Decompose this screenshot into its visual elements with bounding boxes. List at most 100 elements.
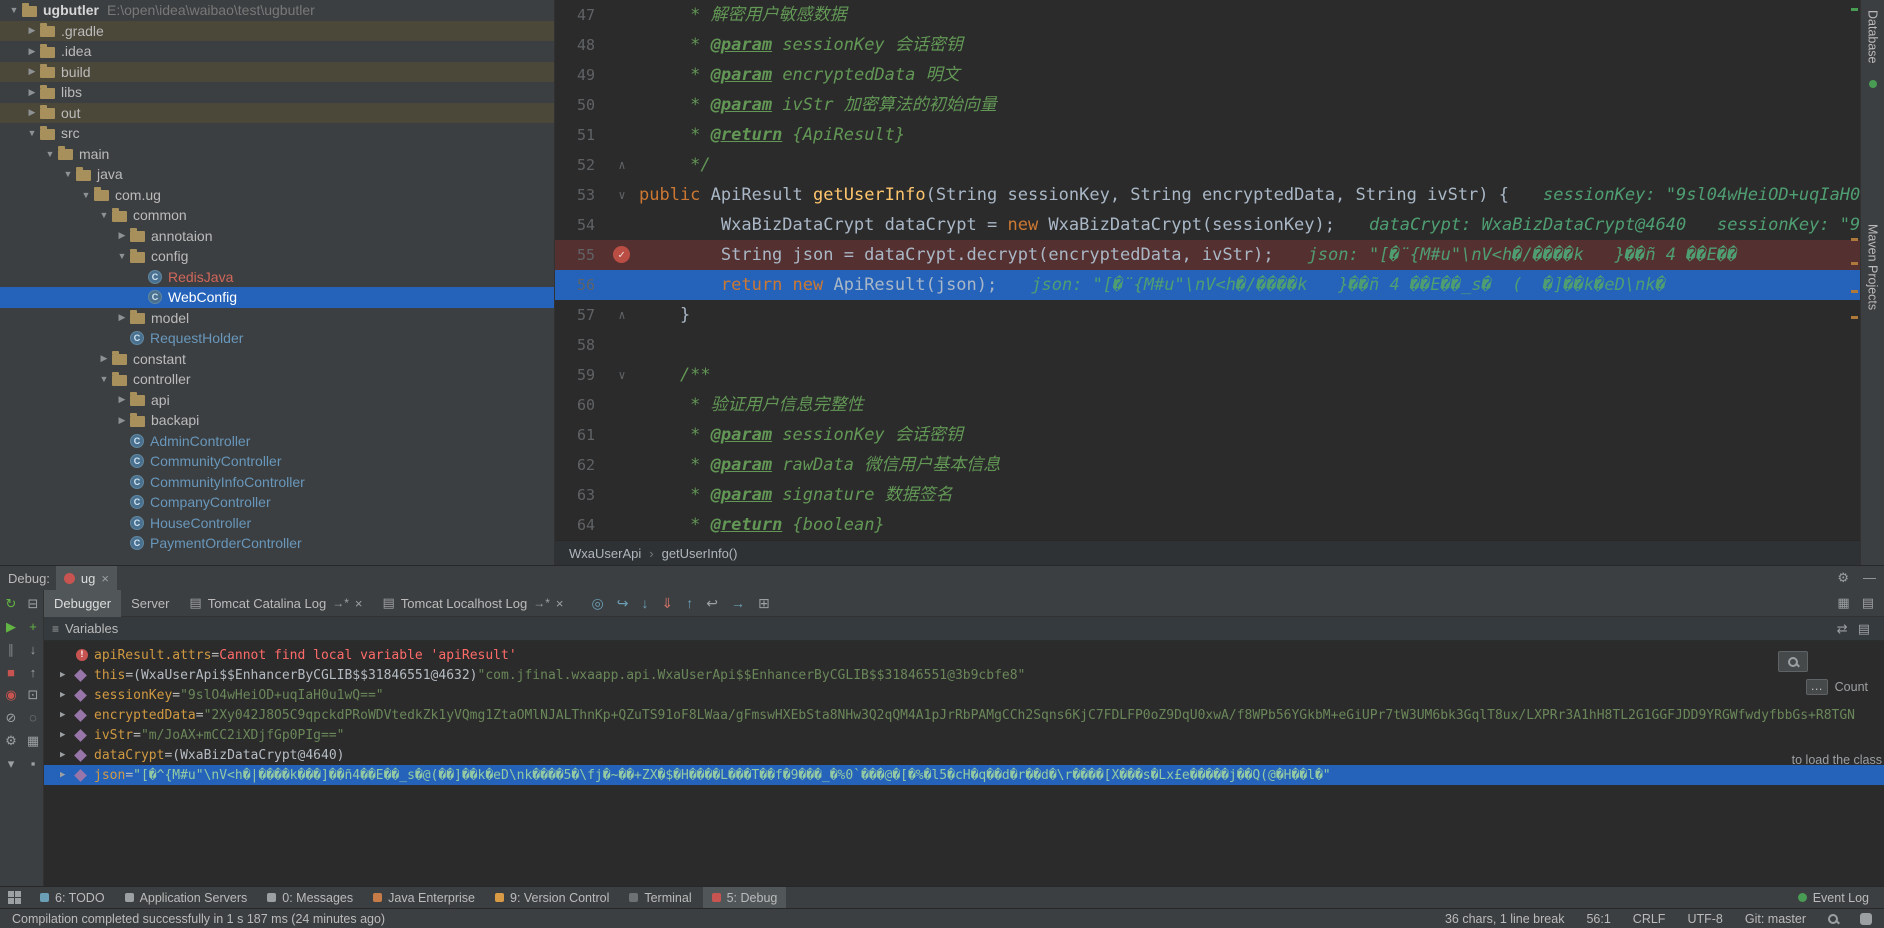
drop-frame-icon[interactable]: ↩: [706, 595, 718, 612]
editor-line-48[interactable]: 48 * @param sessionKey 会话密钥: [555, 30, 1860, 60]
tree-right-chevron-icon[interactable]: ▶: [24, 46, 40, 57]
editor-line-55[interactable]: 55✓ String json = dataCrypt.decrypt(encr…: [555, 240, 1860, 270]
fold-marker-icon[interactable]: ∨: [605, 180, 639, 210]
caret-position[interactable]: 56:1: [1586, 912, 1610, 926]
view-options-icon[interactable]: ▤: [1858, 621, 1870, 637]
breadcrumb-class[interactable]: WxaUserApi: [569, 546, 641, 561]
mute-breakpoints-icon[interactable]: ⊘: [6, 710, 17, 726]
editor-line-50[interactable]: 50 * @param ivStr 加密算法的初始向量: [555, 90, 1860, 120]
tool-tab-9-version-control[interactable]: 9: Version Control: [486, 887, 618, 909]
add-watch-icon[interactable]: +: [29, 619, 37, 635]
tree-down-chevron-icon[interactable]: ▼: [96, 210, 112, 220]
editor-line-57[interactable]: 57∧ }: [555, 300, 1860, 330]
tree-right-chevron-icon[interactable]: ▶: [114, 394, 130, 405]
collapse-panel-icon[interactable]: ⊟: [28, 596, 39, 612]
fold-marker-icon[interactable]: ∨: [605, 360, 639, 390]
tree-item-src[interactable]: ▼src: [0, 123, 554, 144]
swap-icon[interactable]: ⇄: [1837, 621, 1848, 637]
fold-marker-icon[interactable]: ∧: [605, 150, 639, 180]
breakpoint-gutter[interactable]: ✓: [605, 240, 639, 270]
debug-tab-tomcat-localhost-log[interactable]: ▤Tomcat Localhost Log→*×: [372, 590, 573, 617]
tree-item-communitycontroller[interactable]: CCommunityController: [0, 451, 554, 472]
tool-tab-application-servers[interactable]: Application Servers: [116, 887, 257, 909]
tree-down-chevron-icon[interactable]: ▼: [42, 149, 58, 159]
editor-line-51[interactable]: 51 * @return {ApiResult}: [555, 120, 1860, 150]
tree-item-main[interactable]: ▼main: [0, 144, 554, 165]
step-out-icon[interactable]: ↑: [686, 595, 693, 611]
breadcrumb-method[interactable]: getUserInfo(): [662, 546, 738, 561]
editor-line-61[interactable]: 61 * @param sessionKey 会话密钥: [555, 420, 1860, 450]
pin-icon[interactable]: ▪: [31, 756, 36, 772]
grid-icon[interactable]: ▦: [27, 733, 39, 749]
editor-line-53[interactable]: 53∨public ApiResult getUserInfo(String s…: [555, 180, 1860, 210]
tab-maven-projects[interactable]: Maven Projects: [1866, 224, 1880, 310]
tree-item-requestholder[interactable]: CRequestHolder: [0, 328, 554, 349]
step-into-strip-icon[interactable]: ↓: [30, 642, 37, 658]
editor-line-63[interactable]: 63 * @param signature 数据签名: [555, 480, 1860, 510]
tree-item-companycontroller[interactable]: CCompanyController: [0, 492, 554, 513]
stop-icon[interactable]: ■: [7, 665, 15, 680]
tree-down-chevron-icon[interactable]: ▼: [60, 169, 76, 179]
tree-item-constant[interactable]: ▶constant: [0, 349, 554, 370]
pause-icon[interactable]: ∥: [8, 642, 15, 658]
tree-right-chevron-icon[interactable]: ▶: [114, 415, 130, 426]
tree-item-gradle[interactable]: ▶.gradle: [0, 21, 554, 42]
git-branch[interactable]: Git: master: [1745, 912, 1806, 926]
tree-item-com-ug[interactable]: ▼com.ug: [0, 185, 554, 206]
view-breakpoints-icon[interactable]: ◉: [5, 687, 16, 703]
step-over-icon[interactable]: ↪: [617, 595, 629, 612]
fold-marker-icon[interactable]: ∧: [605, 300, 639, 330]
close-icon[interactable]: ×: [101, 571, 109, 586]
tree-right-chevron-icon[interactable]: ▶: [96, 353, 112, 364]
step-out-strip-icon[interactable]: ↑: [30, 665, 37, 680]
tree-right-chevron-icon[interactable]: ▶: [114, 312, 130, 323]
editor-line-60[interactable]: 60 * 验证用户信息完整性: [555, 390, 1860, 420]
tab-database[interactable]: Database: [1866, 10, 1880, 64]
line-separator[interactable]: CRLF: [1633, 912, 1666, 926]
editor-line-49[interactable]: 49 * @param encryptedData 明文: [555, 60, 1860, 90]
close-icon[interactable]: ×: [556, 596, 564, 611]
settings-icon[interactable]: ⚙: [5, 733, 17, 749]
debug-session-tab[interactable]: ug ×: [56, 566, 117, 590]
more-button[interactable]: …: [1806, 679, 1828, 695]
tree-item-libs[interactable]: ▶libs: [0, 82, 554, 103]
tree-item-model[interactable]: ▶model: [0, 308, 554, 329]
step-into-icon[interactable]: ↓: [641, 595, 648, 611]
tree-item-communityinfocontroller[interactable]: CCommunityInfoController: [0, 472, 554, 493]
find-icon[interactable]: ◌: [29, 710, 37, 726]
tree-right-chevron-icon[interactable]: ▶: [114, 230, 130, 241]
variable-row-datacrypt[interactable]: ▶dataCrypt = (WxaBizDataCrypt@4640): [44, 745, 1884, 765]
hector-icon[interactable]: [1860, 913, 1872, 925]
editor-line-58[interactable]: 58: [555, 330, 1860, 360]
editor-line-64[interactable]: 64 * @return {boolean}: [555, 510, 1860, 540]
tree-down-chevron-icon[interactable]: ▼: [114, 251, 130, 261]
tool-tab-0-messages[interactable]: 0: Messages: [258, 887, 362, 909]
editor-line-56[interactable]: 56 return new ApiResult(json);json: "[�¨…: [555, 270, 1860, 300]
rerun-icon[interactable]: ↻: [6, 596, 17, 612]
tree-item-paymentordercontroller[interactable]: CPaymentOrderController: [0, 533, 554, 554]
variable-row-encrypteddata[interactable]: ▶encryptedData = "2Xy042J8O5C9qpckdPRoWD…: [44, 705, 1884, 725]
tool-window-switcher-icon[interactable]: [8, 891, 21, 904]
debug-tab-server[interactable]: Server: [121, 590, 179, 617]
tree-item-idea[interactable]: ▶.idea: [0, 41, 554, 62]
variable-row-sessionkey[interactable]: ▶sessionKey = "9slO4wHeiOD+uqIaH0u1wQ==": [44, 685, 1884, 705]
variable-row-this[interactable]: ▶this = (WxaUserApi$$EnhancerByCGLIB$$31…: [44, 665, 1884, 685]
file-encoding[interactable]: UTF-8: [1687, 912, 1722, 926]
close-icon[interactable]: ×: [355, 596, 363, 611]
evaluate-expression-icon[interactable]: ⊞: [758, 595, 770, 612]
breakpoint-icon[interactable]: ✓: [613, 246, 630, 263]
tree-item-config[interactable]: ▼config: [0, 246, 554, 267]
chars-indicator[interactable]: 36 chars, 1 line break: [1445, 912, 1565, 926]
run-to-cursor-icon[interactable]: →: [731, 595, 745, 611]
list-icon[interactable]: ▤: [1862, 595, 1874, 611]
tree-down-chevron-icon[interactable]: ▼: [6, 5, 22, 15]
tree-right-chevron-icon[interactable]: ▶: [24, 87, 40, 98]
tree-item-redisjava[interactable]: CRedisJava: [0, 267, 554, 288]
tree-item-ugbutler[interactable]: ▼ugbutlerE:\open\idea\waibao\test\ugbutl…: [0, 0, 554, 21]
editor-line-62[interactable]: 62 * @param rawData 微信用户基本信息: [555, 450, 1860, 480]
editor[interactable]: 47 * 解密用户敏感数据48 * @param sessionKey 会话密钥…: [555, 0, 1860, 540]
layout-icon[interactable]: ▦: [1837, 595, 1849, 611]
tool-tab-java-enterprise[interactable]: Java Enterprise: [364, 887, 484, 909]
debug-tab-tomcat-catalina-log[interactable]: ▤Tomcat Catalina Log→*×: [179, 590, 372, 617]
variable-row-apiresult-attrs[interactable]: !apiResult.attrs = Cannot find local var…: [44, 645, 1884, 665]
